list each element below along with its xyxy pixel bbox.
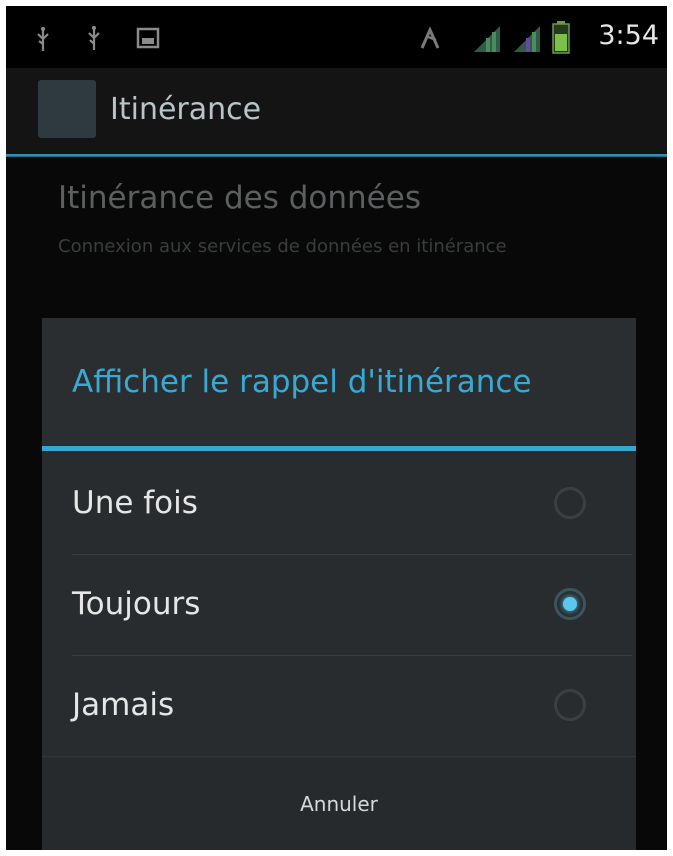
battery-icon <box>552 21 570 54</box>
button-bar-divider <box>42 756 636 757</box>
dialog-header: Afficher le rappel d'itinérance <box>42 318 636 444</box>
signal-icon <box>514 26 540 52</box>
dialog-button-bar: Annuler <box>42 758 636 850</box>
cancel-button[interactable]: Annuler <box>42 758 636 850</box>
status-clock: 3:54 <box>598 20 659 51</box>
roaming-reminder-dialog: Afficher le rappel d'itinérance Une fois… <box>42 318 636 850</box>
radio-button-unchecked[interactable] <box>554 487 586 519</box>
page-title: Itinérance <box>110 92 262 127</box>
usb-icon <box>37 27 49 51</box>
option-label: Toujours <box>72 586 201 622</box>
option-label: Jamais <box>72 687 175 723</box>
phone-screen: 3:54 Itinérance Itinérance des données C… <box>6 6 667 850</box>
usb-icon <box>88 26 100 50</box>
dialog-title-divider <box>42 446 636 451</box>
status-bar: 3:54 <box>6 6 667 68</box>
option-une-fois[interactable]: Une fois <box>42 453 636 553</box>
option-toujours[interactable]: Toujours <box>42 554 636 654</box>
sd-card-icon <box>136 27 160 49</box>
action-bar <box>6 68 667 154</box>
vibrate-icon <box>420 26 440 49</box>
dialog-title: Afficher le rappel d'itinérance <box>72 364 532 400</box>
signal-icon <box>474 26 500 52</box>
settings-app-icon[interactable] <box>38 80 96 138</box>
radio-button-checked[interactable] <box>554 588 586 620</box>
radio-button-unchecked[interactable] <box>554 689 586 721</box>
option-label: Une fois <box>72 485 198 521</box>
option-jamais[interactable]: Jamais <box>42 655 636 755</box>
